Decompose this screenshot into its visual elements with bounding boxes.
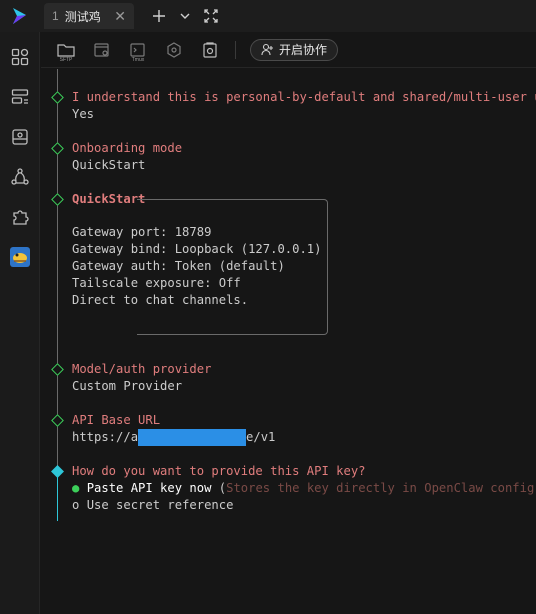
- onboarding-label: Onboarding mode: [72, 141, 183, 155]
- new-tab-plus-icon[interactable]: [146, 3, 172, 29]
- step-done-diamond-icon: [51, 414, 64, 427]
- step-done-diamond-icon: [51, 91, 64, 104]
- quickstart-line: Gateway auth: Token (default): [72, 259, 285, 273]
- user-avatar-icon[interactable]: [9, 246, 31, 268]
- api-url-suffix: e/v1: [246, 430, 276, 444]
- step-done-diamond-icon: [51, 142, 64, 155]
- tab-number: 1: [52, 9, 59, 23]
- quickstart-title: QuickStart: [72, 192, 146, 206]
- terminal-output[interactable]: I understand this is personal-by-default…: [41, 69, 536, 614]
- session-toolbar: SFTP Tmux 开启协作: [41, 32, 536, 68]
- security-question: I understand this is personal-by-default…: [72, 90, 536, 104]
- unselected-radio-icon: o: [72, 498, 80, 512]
- apps-grid-icon[interactable]: [9, 46, 31, 68]
- redacted-block: [138, 429, 247, 446]
- record-clipboard-icon[interactable]: [199, 39, 221, 61]
- api-url-label: API Base URL: [72, 413, 161, 427]
- title-bar: 1 测试鸡 ✕: [0, 0, 536, 32]
- option-other-label: Use secret reference: [86, 498, 234, 512]
- network-nodes-icon[interactable]: [9, 166, 31, 188]
- active-connector-line: [57, 474, 58, 521]
- step-done-diamond-icon: [51, 193, 64, 206]
- tab-close-icon[interactable]: ✕: [114, 8, 126, 25]
- quickstart-line: Gateway port: 18789: [72, 225, 212, 239]
- api-url-prefix: https://a: [72, 430, 139, 444]
- api-key-question: How do you want to provide this API key?: [72, 464, 366, 478]
- window-icon[interactable]: [91, 39, 113, 61]
- security-answer: Yes: [72, 107, 95, 121]
- fullscreen-icon[interactable]: [198, 3, 224, 29]
- option-selected-label: Paste API key now: [86, 481, 212, 495]
- option-paste-api-key[interactable]: ● Paste API key now (Stores the key dire…: [72, 480, 536, 497]
- tmux-terminal-icon[interactable]: Tmux: [127, 39, 149, 63]
- server-list-icon[interactable]: [9, 86, 31, 108]
- terminal-monitor-icon[interactable]: [9, 126, 31, 148]
- collaboration-label: 开启协作: [279, 43, 328, 57]
- step-active-diamond-icon: [51, 465, 64, 478]
- provider-label: Model/auth provider: [72, 362, 212, 376]
- option-hint-open: (: [211, 481, 227, 495]
- tmux-label: Tmux: [131, 56, 145, 63]
- onboarding-value: QuickStart: [72, 158, 146, 172]
- terminal-app-window: 1 测试鸡 ✕ SFTP Tmux 开启协作 I understand this…: [0, 0, 536, 614]
- option-hint: Stores the key directly in OpenClaw conf…: [226, 481, 535, 495]
- api-url-value: https://a e/v1: [72, 429, 275, 446]
- flow-connector-line: [57, 69, 58, 519]
- tab-list-chevron-down-icon[interactable]: [172, 3, 198, 29]
- sftp-label: SFTP: [59, 56, 73, 63]
- tab-session[interactable]: 1 测试鸡 ✕: [44, 3, 134, 29]
- start-collaboration-button[interactable]: 开启协作: [250, 38, 339, 61]
- selected-radio-icon: ●: [72, 481, 80, 495]
- step-done-diamond-icon: [51, 363, 64, 376]
- add-user-icon: [261, 43, 273, 56]
- sftp-folder-icon[interactable]: SFTP: [55, 39, 77, 63]
- provider-value: Custom Provider: [72, 379, 183, 393]
- option-secret-reference[interactable]: o Use secret reference: [72, 497, 233, 514]
- quickstart-line: Direct to chat channels.: [72, 293, 249, 307]
- hexagon-settings-icon[interactable]: [163, 39, 185, 61]
- plugin-puzzle-icon[interactable]: [9, 206, 31, 228]
- quickstart-line: Gateway bind: Loopback (127.0.0.1): [72, 242, 322, 256]
- tab-title: 测试鸡: [64, 9, 101, 24]
- app-logo-icon: [0, 0, 40, 32]
- left-sidebar: [0, 32, 40, 614]
- quickstart-line: Tailscale exposure: Off: [72, 276, 241, 290]
- toolbar-divider: [235, 40, 236, 59]
